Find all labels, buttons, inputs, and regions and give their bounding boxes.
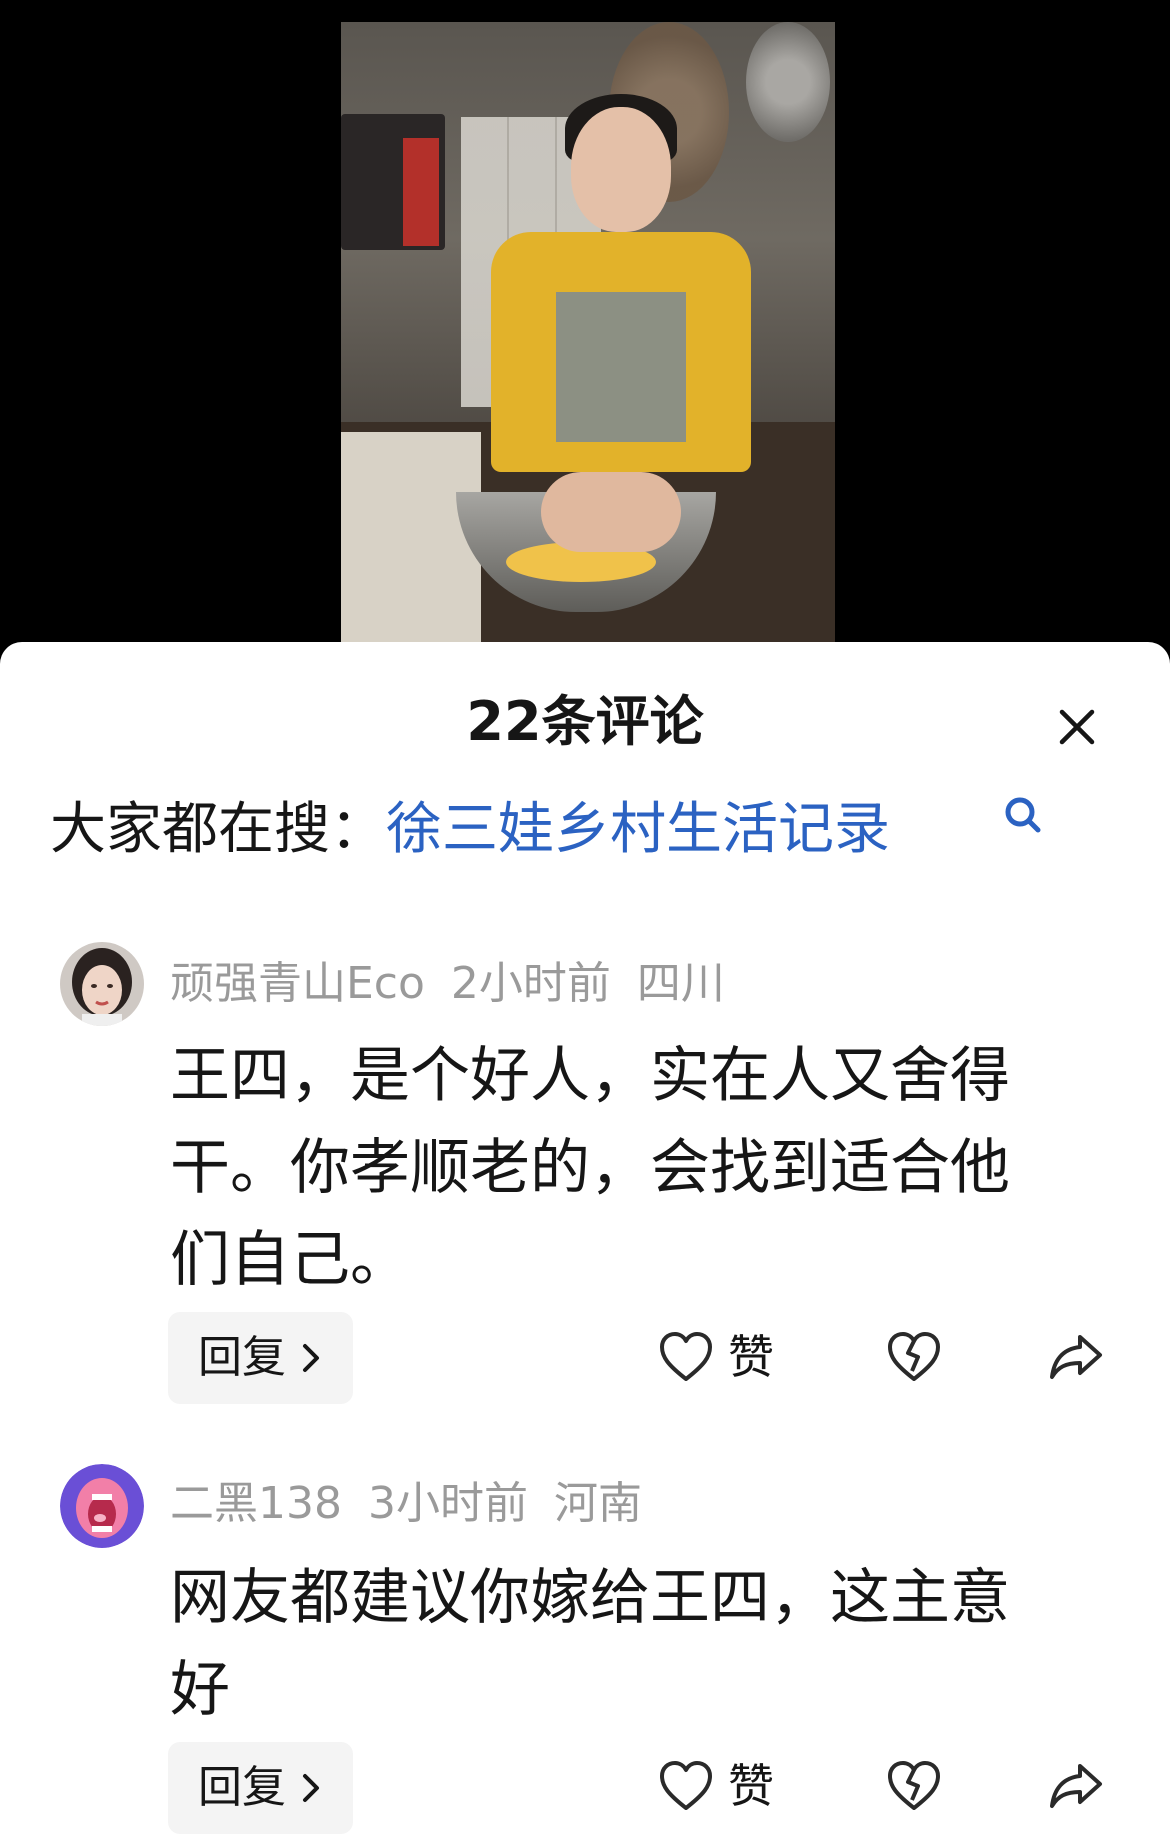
reply-button[interactable]: 回复 <box>168 1742 353 1834</box>
comment-username[interactable]: 二黑138 <box>170 1478 342 1529</box>
comment-text-line: 王四，是个好人，实在人又舍得 <box>170 1041 1010 1111</box>
close-button[interactable] <box>1052 702 1102 752</box>
video-shirt-print <box>556 292 686 442</box>
avatar[interactable] <box>60 942 144 1026</box>
comment-text: 王四，是个好人，实在人又舍得 干。你孝顺老的，会找到适合他 们自己。 <box>170 1030 1070 1306</box>
reply-button[interactable]: 回复 <box>168 1312 353 1404</box>
comment-time: 3小时前 <box>367 1478 528 1529</box>
video-area <box>0 0 1170 650</box>
avatar[interactable] <box>60 1464 144 1548</box>
comment-username[interactable]: 顽强青山Eco <box>170 958 425 1009</box>
video-hanging-pan <box>746 22 830 142</box>
comment-meta: 二黑138 3小时前 河南 <box>170 1474 668 1534</box>
trending-search-term[interactable]: 徐三娃乡村生活记录 <box>386 797 890 862</box>
comment-text-line: 干。你孝顺老的，会找到适合他 <box>170 1133 1010 1203</box>
like-button[interactable]: 赞 <box>652 1756 792 1816</box>
share-button[interactable] <box>1046 1327 1106 1387</box>
video-water-heater <box>341 114 445 250</box>
like-button[interactable]: 赞 <box>652 1327 792 1387</box>
comment-meta: 顽强青山Eco 2小时前 四川 <box>170 954 751 1014</box>
comment-time: 2小时前 <box>450 958 611 1009</box>
trending-search[interactable]: 大家都在搜：徐三娃乡村生活记录 <box>50 790 890 870</box>
dislike-button[interactable] <box>884 1327 944 1387</box>
comment-text-line: 网友都建议你嫁给王四，这主意 <box>170 1563 1010 1633</box>
video-cabinet <box>341 432 481 642</box>
dislike-button[interactable] <box>884 1756 944 1816</box>
share-arrow-icon <box>1050 1335 1102 1379</box>
video-person-hands <box>541 472 681 552</box>
trending-search-prefix: 大家都在搜： <box>50 797 386 862</box>
heart-outline-icon <box>660 1332 712 1381</box>
broken-heart-icon <box>888 1761 940 1810</box>
comment-count-title: 22条评论 <box>466 690 704 753</box>
chevron-right-icon <box>303 1344 319 1372</box>
share-arrow-icon <box>1050 1764 1102 1808</box>
like-label: 赞 <box>728 1330 774 1384</box>
share-button[interactable] <box>1046 1756 1106 1816</box>
comment-location: 四川 <box>636 958 725 1009</box>
like-label: 赞 <box>728 1759 774 1813</box>
comment-text-line: 好 <box>170 1655 230 1725</box>
search-icon[interactable] <box>1002 792 1044 842</box>
close-icon <box>1059 709 1095 745</box>
comment-text: 网友都建议你嫁给王四，这主意 好 <box>170 1552 1070 1736</box>
comment-sheet: 22条评论 大家都在搜：徐三娃乡村生活记录 顽强青山Eco 2小时前 四川 王四… <box>0 642 1170 1846</box>
chevron-right-icon <box>303 1774 319 1802</box>
heart-outline-icon <box>660 1761 712 1810</box>
reply-button-label: 回复 <box>198 1762 286 1813</box>
comment-location: 河南 <box>553 1478 642 1529</box>
video-device-panel <box>403 138 439 246</box>
video-person-head <box>571 107 671 232</box>
video-thumbnail[interactable] <box>341 22 835 642</box>
broken-heart-icon <box>888 1332 940 1381</box>
comment-text-line: 们自己。 <box>170 1225 410 1295</box>
reply-button-label: 回复 <box>198 1332 286 1383</box>
